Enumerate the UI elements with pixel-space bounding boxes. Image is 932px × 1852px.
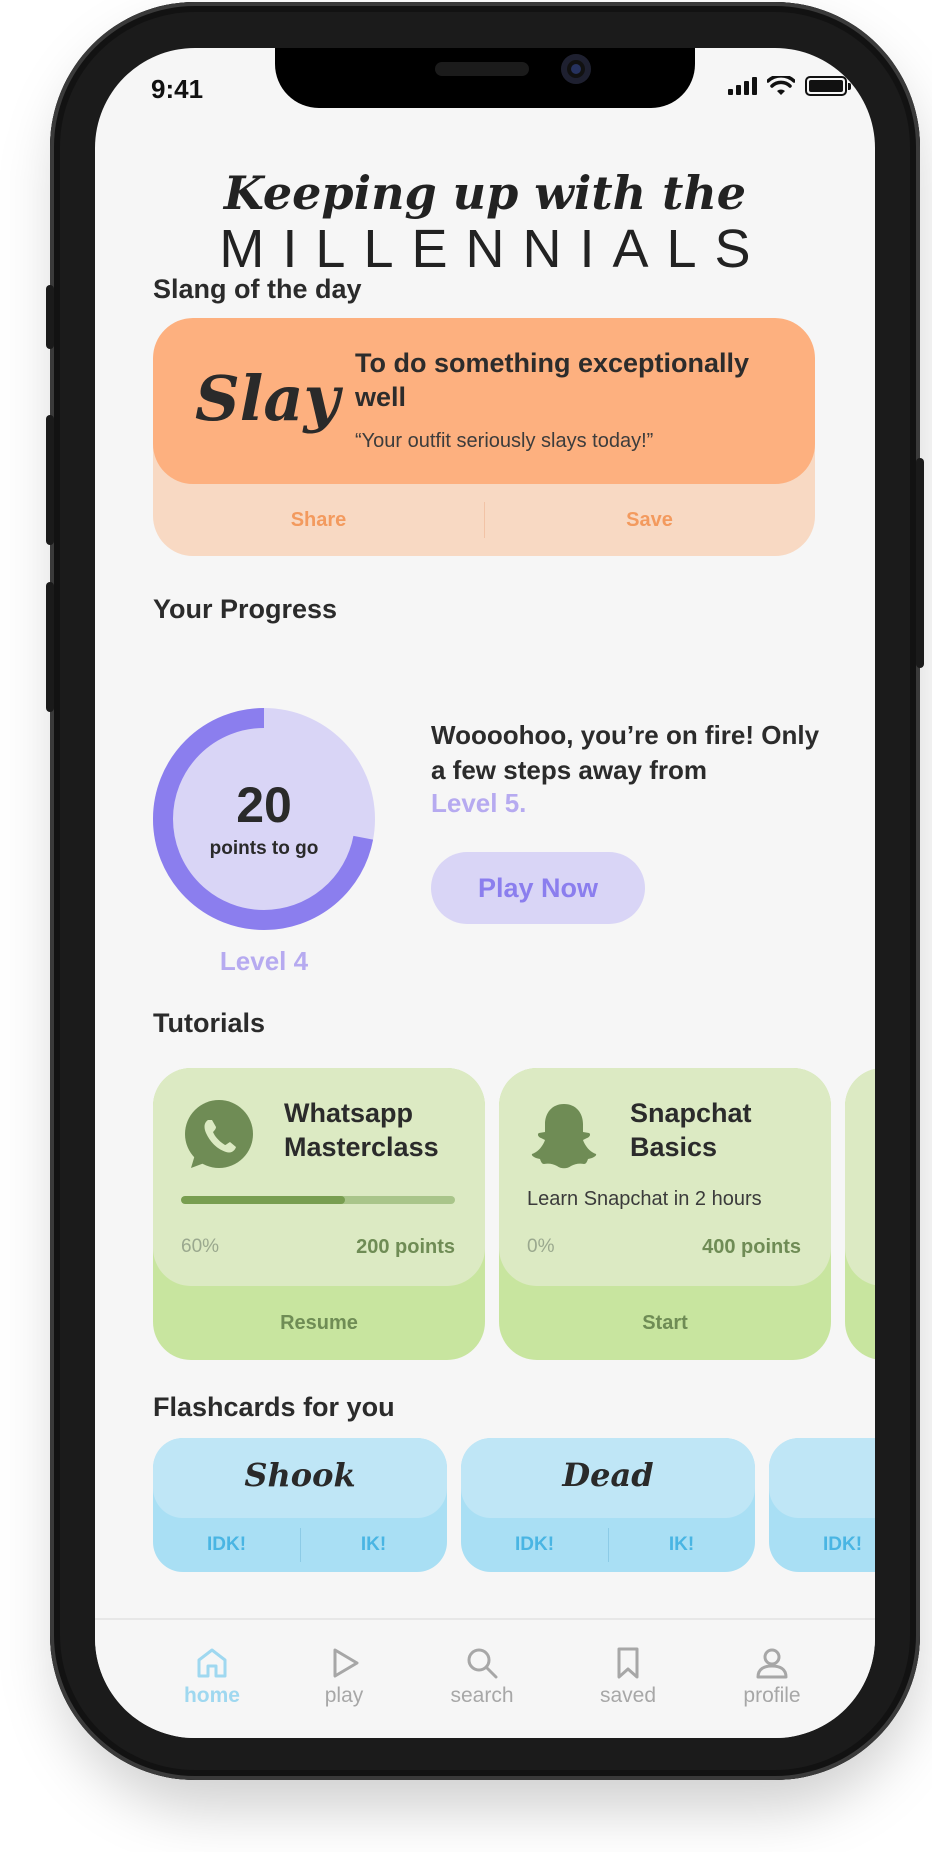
idk-button[interactable]: IDK! [461, 1518, 608, 1572]
nav-profile[interactable]: profile [717, 1646, 827, 1708]
speaker-grille [435, 62, 529, 76]
volume-up-button [46, 415, 54, 545]
next-level: Level 5. [431, 788, 527, 818]
mute-switch [46, 285, 54, 349]
nav-label: saved [599, 1684, 657, 1707]
wifi-icon [767, 76, 795, 95]
notch [275, 48, 695, 108]
tutorial-card-partial[interactable] [845, 1068, 875, 1360]
brand-tagline: Keeping up with the [223, 166, 747, 220]
status-time: 9:41 [151, 74, 204, 104]
tutorials-section-title: Tutorials [153, 1008, 266, 1038]
flashcard-divider [300, 1528, 301, 1562]
flashcard-partial: IDK! [769, 1438, 875, 1572]
flashcard-word: Dead [562, 1456, 654, 1494]
brand-title: MILLENNIALS [219, 219, 769, 279]
progress-section-title: Your Progress [153, 594, 338, 624]
bottom-nav: home play search saved profile [95, 1618, 875, 1738]
slang-word: Slay [195, 362, 340, 435]
slang-example: “Your outfit seriously slays today!” [355, 430, 654, 452]
nav-label: search [450, 1684, 514, 1707]
search-icon [467, 1648, 498, 1679]
tutorial-points: 400 points [702, 1236, 801, 1258]
tutorial-title: Snapchat Basics [630, 1098, 752, 1162]
volume-down-button [46, 582, 54, 712]
flashcard-word: Shook [244, 1456, 356, 1494]
idk-button[interactable]: IDK! [769, 1518, 875, 1572]
flashcards-section-title: Flashcards for you [153, 1392, 395, 1422]
flashcard-face[interactable] [769, 1438, 875, 1518]
tutorial-points: 200 points [356, 1236, 455, 1258]
nav-label: home [183, 1684, 240, 1707]
snapchat-icon [531, 1104, 597, 1169]
tutorial-card-whatsapp[interactable]: Whatsapp Masterclass 60% 200 points Resu… [153, 1068, 485, 1360]
tutorial-card-snapchat[interactable]: Snapchat Basics Learn Snapchat in 2 hour… [499, 1068, 831, 1360]
slang-card-header: Slay To do something exceptionally well … [153, 318, 815, 484]
flashcard-face[interactable]: Shook [153, 1438, 447, 1518]
flashcard: Shook IDK! IK! [153, 1438, 447, 1572]
nav-search[interactable]: search [427, 1646, 537, 1708]
ik-button[interactable]: IK! [300, 1518, 447, 1572]
ik-button[interactable]: IK! [608, 1518, 755, 1572]
tutorial-card-body: Whatsapp Masterclass 60% 200 points [153, 1068, 485, 1286]
points-remaining-label: points to go [209, 838, 319, 859]
battery-icon [805, 76, 851, 96]
whatsapp-icon [185, 1100, 253, 1168]
tutorial-progress-text: 0% [527, 1236, 555, 1257]
status-icons [728, 76, 851, 96]
share-button[interactable]: Share [153, 484, 484, 556]
points-remaining: 20 [236, 777, 292, 833]
tutorial-progress-fill [181, 1196, 346, 1204]
start-button[interactable]: Start [499, 1286, 831, 1360]
play-now-button[interactable]: Play Now [431, 852, 645, 924]
bookmark-icon [617, 1647, 639, 1679]
nav-home[interactable]: home [157, 1646, 267, 1708]
nav-saved[interactable]: saved [573, 1646, 683, 1708]
tutorial-progress-text: 60% [181, 1236, 220, 1257]
nav-label: play [324, 1684, 364, 1707]
tutorial-card-body: Snapchat Basics Learn Snapchat in 2 hour… [499, 1068, 831, 1286]
resume-button[interactable]: Resume [153, 1286, 485, 1360]
signal-icon [728, 77, 757, 95]
current-level: Level 4 [219, 946, 309, 976]
home-icon [197, 1648, 227, 1678]
nav-play[interactable]: play [289, 1646, 399, 1708]
tutorial-card-body [845, 1068, 875, 1286]
power-button [916, 458, 924, 668]
flashcard: Dead IDK! IK! [461, 1438, 755, 1572]
progress-message: Woooohoo, you’re on fire! Only a few ste… [431, 720, 820, 785]
slang-card: Slay To do something exceptionally well … [153, 318, 815, 556]
slang-definition: To do something exceptionally well [355, 348, 750, 412]
profile-icon [756, 1648, 788, 1679]
flashcard-divider [608, 1528, 609, 1562]
progress-ring: 20 points to go [153, 708, 375, 930]
idk-button[interactable]: IDK! [153, 1518, 300, 1572]
tutorial-title: Whatsapp Masterclass [284, 1098, 439, 1162]
slang-section-title: Slang of the day [153, 274, 362, 304]
nav-label: profile [743, 1684, 801, 1707]
save-button[interactable]: Save [484, 484, 815, 556]
flashcard-face[interactable]: Dead [461, 1438, 755, 1518]
flashcard-actions: IDK! [769, 1518, 875, 1572]
front-camera [561, 54, 591, 84]
tutorial-progress-bar [181, 1196, 455, 1204]
app-screen: 9:41 Keeping up with the MILLENNIALS Sla… [95, 48, 875, 1738]
tutorial-description: Learn Snapchat in 2 hours [527, 1188, 762, 1210]
play-icon [333, 1648, 359, 1678]
slang-divider [484, 502, 485, 538]
